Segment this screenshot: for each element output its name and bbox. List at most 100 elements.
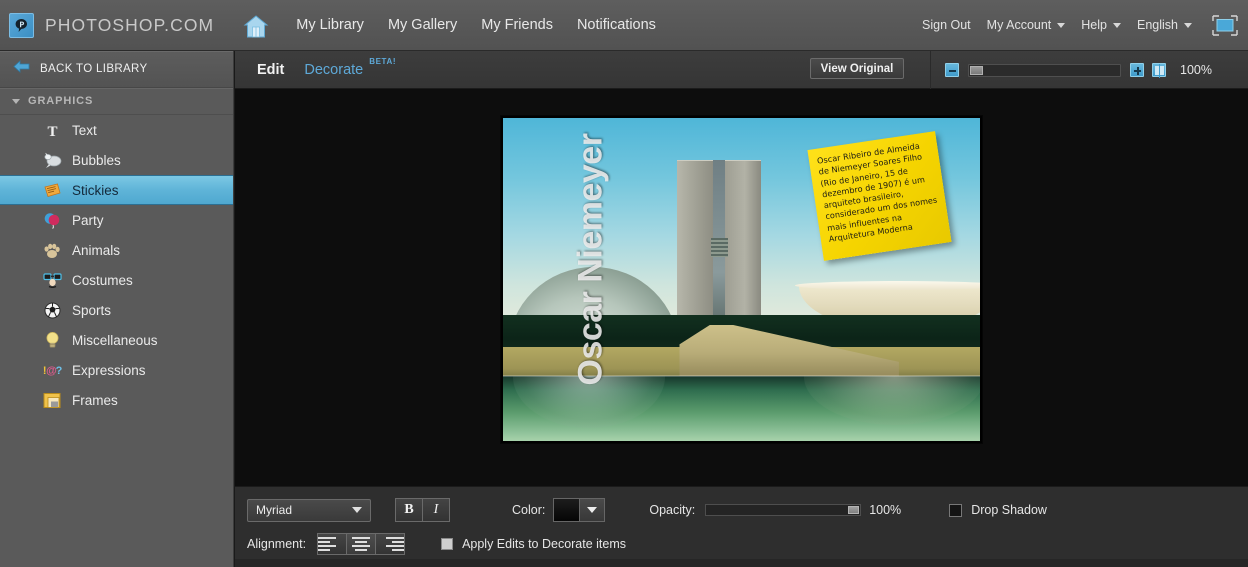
sidebar-item-stickies[interactable]: Stickies bbox=[0, 175, 233, 205]
sidebar-item-miscellaneous[interactable]: Miscellaneous bbox=[0, 325, 233, 355]
align-right-icon[interactable] bbox=[375, 533, 406, 555]
tab-edit[interactable]: Edit bbox=[257, 62, 284, 78]
italic-button[interactable]: I bbox=[422, 498, 450, 522]
beta-badge: BETA! bbox=[369, 57, 397, 66]
sidebar-item-label: Stickies bbox=[72, 182, 119, 198]
sidebar-item-label: Animals bbox=[72, 242, 121, 258]
sidebar-item-label: Party bbox=[72, 212, 104, 228]
balloons-icon bbox=[42, 210, 62, 230]
zoom-in-icon[interactable] bbox=[1130, 63, 1144, 77]
sticky-note-text: Oscar Ribeiro de Almeida de Niemeyer Soa… bbox=[816, 140, 938, 244]
nav-my-gallery[interactable]: My Gallery bbox=[376, 17, 469, 33]
sticky-note-icon bbox=[42, 180, 62, 200]
apply-edits-checkbox[interactable] bbox=[441, 538, 454, 550]
bold-button[interactable]: B bbox=[395, 498, 423, 522]
align-center-icon[interactable] bbox=[346, 533, 377, 555]
opacity-slider[interactable] bbox=[705, 504, 862, 516]
chevron-down-icon bbox=[587, 507, 598, 513]
sidebar-item-label: Bubbles bbox=[72, 152, 121, 168]
back-to-library-label: BACK TO LIBRARY bbox=[40, 63, 148, 75]
congress-tower-right bbox=[724, 159, 762, 322]
chevron-down-icon bbox=[12, 98, 20, 104]
sidebar-item-text[interactable]: T Text bbox=[0, 115, 233, 145]
my-account-menu[interactable]: My Account bbox=[987, 18, 1066, 32]
opacity-value: 100% bbox=[869, 503, 902, 517]
sidebar-item-animals[interactable]: Animals bbox=[0, 235, 233, 265]
my-account-label: My Account bbox=[986, 18, 1052, 32]
alignment-label: Alignment: bbox=[247, 537, 307, 551]
tab-decorate[interactable]: Decorate bbox=[304, 62, 363, 78]
sign-out-label: Sign Out bbox=[922, 18, 971, 32]
drop-shadow-checkbox[interactable] bbox=[949, 503, 963, 517]
home-icon[interactable] bbox=[242, 11, 270, 39]
zoom-out-icon[interactable] bbox=[945, 63, 959, 77]
zoom-level-label: 100% bbox=[1180, 63, 1212, 77]
properties-row-one: Myriad B I Color: Opacity: 100% Drop Sha… bbox=[235, 496, 1248, 524]
sidebar-item-label: Text bbox=[72, 122, 97, 138]
sidebar-item-label: Expressions bbox=[72, 362, 146, 378]
brand-name: PHOTOSHOP.COM bbox=[45, 14, 215, 35]
sidebar-item-frames[interactable]: Frames bbox=[0, 385, 233, 415]
sidebar-item-bubbles[interactable]: Bubbles bbox=[0, 145, 233, 175]
color-label: Color: bbox=[512, 503, 546, 517]
opacity-slider-thumb[interactable] bbox=[848, 506, 860, 514]
align-left-icon[interactable] bbox=[317, 533, 348, 555]
chevron-down-icon bbox=[1113, 22, 1121, 28]
apply-edits-label: Apply Edits to Decorate items bbox=[462, 537, 627, 551]
graphics-section-header[interactable]: GRAPHICS bbox=[0, 88, 233, 115]
zoom-slider[interactable] bbox=[968, 63, 1121, 77]
nav-my-friends[interactable]: My Friends bbox=[469, 17, 565, 33]
zoom-slider-thumb[interactable] bbox=[970, 65, 983, 75]
punctuation-icon: ! @ ? bbox=[42, 360, 62, 380]
graphics-section-label: GRAPHICS bbox=[28, 95, 94, 107]
chevron-down-icon bbox=[1057, 22, 1066, 28]
help-menu[interactable]: Help bbox=[1081, 18, 1121, 32]
chevron-down-icon bbox=[352, 507, 362, 513]
soccer-ball-icon bbox=[42, 300, 62, 320]
sidebar-item-costumes[interactable]: Costumes bbox=[0, 265, 233, 295]
photoshop-com-app: PHOTOSHOP.COM My Library My Gallery My F… bbox=[0, 0, 1248, 567]
zoom-fit-icon[interactable] bbox=[1152, 63, 1166, 78]
sticky-note-overlay[interactable]: Oscar Ribeiro de Almeida de Niemeyer Soa… bbox=[807, 131, 952, 261]
sidebar-item-sports[interactable]: Sports bbox=[0, 295, 233, 325]
sidebar-item-party[interactable]: Party bbox=[0, 205, 233, 235]
language-menu[interactable]: English bbox=[1137, 18, 1192, 32]
drop-shadow-label: Drop Shadow bbox=[971, 503, 1047, 517]
alignment-button-group bbox=[317, 533, 406, 555]
header-right-group: Sign Out My Account Help English bbox=[906, 14, 1248, 36]
glasses-nose-icon bbox=[42, 270, 62, 290]
sidebar-item-label: Sports bbox=[72, 302, 112, 318]
lightbulb-icon bbox=[42, 330, 62, 350]
back-arrow-icon bbox=[13, 60, 30, 78]
photo-niemeyer-congress[interactable]: Oscar Niemeyer Oscar Ribeiro de Almeida … bbox=[501, 116, 982, 443]
picture-frame-icon bbox=[42, 390, 62, 410]
svg-text:T: T bbox=[47, 124, 57, 139]
properties-row-two: Alignment: Apply Edits to Decorate items bbox=[235, 531, 1248, 557]
image-canvas[interactable]: Oscar Niemeyer Oscar Ribeiro de Almeida … bbox=[235, 89, 1248, 486]
fullscreen-monitor-icon[interactable] bbox=[1212, 14, 1238, 36]
nav-notifications[interactable]: Notifications bbox=[565, 17, 668, 33]
nav-my-library[interactable]: My Library bbox=[284, 17, 376, 33]
sidebar-item-label: Frames bbox=[72, 392, 118, 408]
sidebar-item-label: Miscellaneous bbox=[72, 332, 158, 348]
back-to-library-button[interactable]: BACK TO LIBRARY bbox=[0, 51, 233, 88]
color-swatch[interactable] bbox=[554, 499, 581, 521]
language-label: English bbox=[1137, 18, 1178, 32]
sign-out-link[interactable]: Sign Out bbox=[922, 18, 971, 32]
chevron-down-icon bbox=[1184, 22, 1192, 28]
congress-tower-left bbox=[677, 159, 714, 322]
speech-bubble-icon bbox=[42, 150, 62, 170]
photoshop-p-logo-icon[interactable] bbox=[9, 12, 34, 38]
left-sidebar: BACK TO LIBRARY GRAPHICS T Text Bubbles … bbox=[0, 51, 234, 567]
top-header-bar: PHOTOSHOP.COM My Library My Gallery My F… bbox=[0, 0, 1248, 51]
paw-print-icon bbox=[42, 240, 62, 260]
sidebar-item-expressions[interactable]: ! @ ? Expressions bbox=[0, 355, 233, 385]
bottom-strip bbox=[235, 559, 1248, 567]
color-picker[interactable] bbox=[553, 498, 606, 522]
view-original-button[interactable]: View Original bbox=[810, 58, 904, 79]
help-label: Help bbox=[1081, 18, 1107, 32]
font-family-value: Myriad bbox=[256, 503, 293, 517]
font-family-select[interactable]: Myriad bbox=[247, 498, 371, 522]
zoom-controls: 100% bbox=[930, 51, 1212, 89]
color-dropdown-button[interactable] bbox=[580, 499, 605, 521]
